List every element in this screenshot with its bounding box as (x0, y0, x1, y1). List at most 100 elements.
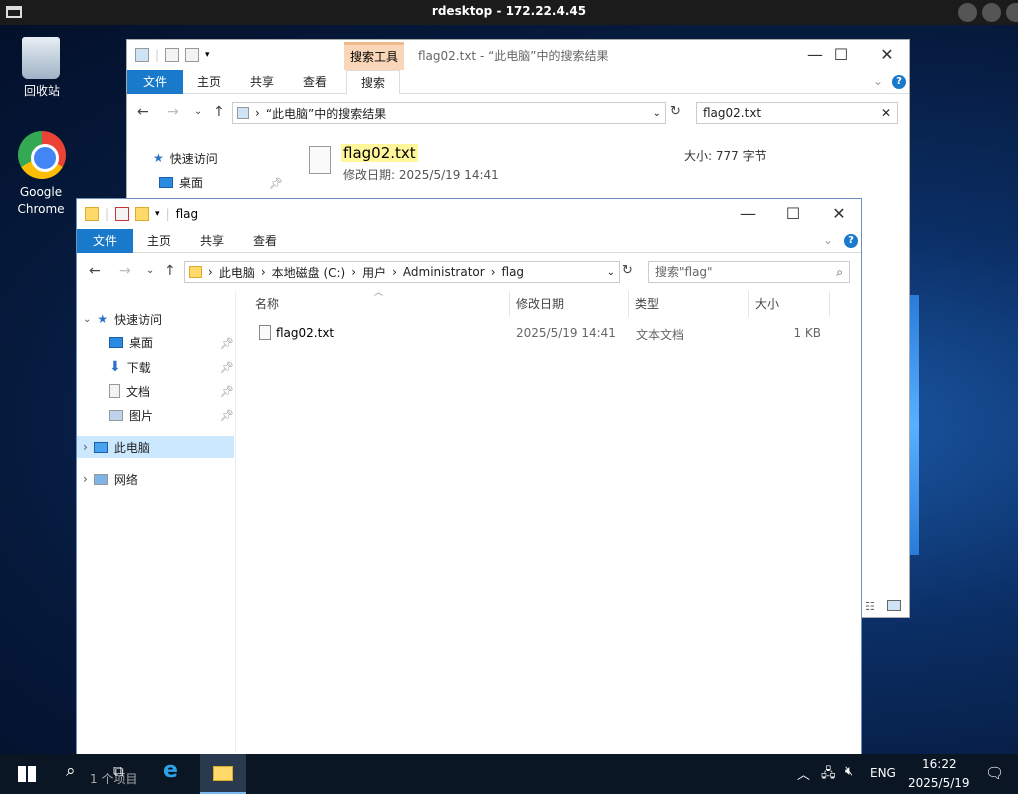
tab-file[interactable]: 文件 (127, 70, 184, 94)
close-button[interactable]: ✕ (816, 203, 862, 225)
breadcrumb-flag[interactable]: flag (502, 265, 525, 279)
breadcrumb-this-pc[interactable]: 此电脑 (219, 264, 255, 281)
result-file-name[interactable]: flag02.txt (341, 144, 418, 162)
ribbon-expand-icon[interactable]: ⌄ (823, 233, 833, 247)
chevron-down-icon[interactable]: ▾ (205, 50, 210, 60)
pin-icon[interactable]: 📌︎ (220, 409, 234, 422)
chrome-icon[interactable] (18, 131, 66, 179)
tab-home[interactable]: 主页 (133, 229, 185, 253)
tab-share[interactable]: 共享 (186, 229, 238, 253)
chevron-down-icon[interactable]: ▾ (155, 209, 160, 219)
ribbon-expand-icon[interactable]: ⌄ (873, 74, 883, 88)
search-icon[interactable]: ⌕ (836, 262, 843, 282)
breadcrumb-users[interactable]: 用户 (362, 264, 386, 281)
file-name[interactable]: flag02.txt (276, 326, 334, 340)
sidebar-item-pictures[interactable]: 图片 (109, 404, 153, 426)
notification-icon[interactable]: 🗨︎ (985, 764, 1004, 782)
new-folder-icon[interactable] (135, 207, 150, 221)
column-separator[interactable] (748, 291, 749, 317)
volume-muted-icon[interactable]: 🔇︎ (845, 764, 853, 779)
sidebar-item-quick-access[interactable]: ★ 快速访问 (153, 147, 218, 169)
pin-icon[interactable]: 📌︎ (220, 385, 234, 398)
sidebar-item-this-pc[interactable]: › 此电脑 (77, 436, 234, 458)
forward-arrow-icon[interactable]: → (167, 104, 179, 120)
address-dropdown-icon[interactable]: ⌄ (607, 267, 615, 278)
properties-icon[interactable] (135, 48, 149, 62)
pin-icon[interactable]: 📌︎ (220, 361, 234, 374)
tab-share[interactable]: 共享 (236, 70, 288, 94)
task-view-icon[interactable]: ⧉ (113, 762, 124, 780)
address-dropdown-icon[interactable]: ⌄ (653, 108, 661, 119)
sidebar-item-desktop[interactable]: 桌面 (159, 171, 203, 193)
sidebar-item-network[interactable]: › 网络 (83, 468, 138, 490)
maximize-button[interactable]: ☐ (770, 203, 816, 225)
large-icons-view-icon[interactable] (887, 600, 901, 611)
chrome-label-2[interactable]: Chrome (1, 201, 81, 217)
up-arrow-icon[interactable]: ↑ (213, 104, 225, 120)
address-text[interactable]: “此电脑”中的搜索结果 (266, 105, 386, 122)
clear-search-icon[interactable]: ✕ (881, 103, 891, 123)
network-tray-icon[interactable]: 🖧︎ (821, 764, 836, 786)
tab-home[interactable]: 主页 (183, 70, 235, 94)
tab-file[interactable]: 文件 (77, 229, 134, 253)
help-icon[interactable]: ? (892, 75, 906, 89)
file-explorer-taskbar-button[interactable] (200, 754, 246, 794)
tab-search[interactable]: 搜索 (346, 70, 401, 94)
pin-icon[interactable]: 📌︎ (220, 337, 234, 350)
expand-chevron-icon[interactable]: › (83, 472, 88, 486)
search-icon[interactable]: ⌕ (66, 761, 76, 781)
help-icon[interactable]: ? (844, 234, 858, 248)
minimize-button[interactable]: — (725, 203, 771, 225)
sidebar-item-documents[interactable]: 文档 (109, 380, 150, 402)
properties-check-icon[interactable] (115, 207, 130, 221)
details-view-icon[interactable]: ☷ (865, 600, 875, 613)
pin-icon[interactable]: 📌︎ (269, 177, 283, 190)
clock-time[interactable]: 16:22 (922, 757, 957, 771)
close-circle-icon[interactable] (1006, 3, 1018, 22)
column-separator[interactable] (829, 291, 830, 317)
address-bar[interactable]: › “此电脑”中的搜索结果 ⌄ (232, 102, 666, 124)
internet-explorer-icon[interactable]: e (163, 758, 178, 783)
back-arrow-icon[interactable]: ← (137, 104, 149, 120)
recycle-bin-label[interactable]: 回收站 (2, 83, 82, 99)
tab-view[interactable]: 查看 (239, 229, 291, 253)
refresh-icon[interactable]: ↻ (622, 263, 633, 278)
breadcrumb-local-disk[interactable]: 本地磁盘 (C:) (272, 264, 346, 281)
column-separator[interactable] (509, 291, 510, 317)
start-windows-icon[interactable] (18, 766, 36, 782)
clock-date[interactable]: 2025/5/19 (908, 776, 970, 790)
expand-chevron-icon[interactable]: ⌄ (83, 314, 91, 325)
search-input[interactable]: flag02.txt ✕ (696, 102, 898, 124)
search-input[interactable]: 搜索"flag" ⌕ (648, 261, 850, 283)
recent-chevron-icon[interactable]: ⌄ (194, 106, 202, 117)
minimize-circle-icon[interactable] (958, 3, 977, 22)
column-separator[interactable] (628, 291, 629, 317)
tray-chevron-icon[interactable]: ︿ (797, 764, 810, 783)
back-arrow-icon[interactable]: ← (89, 263, 101, 279)
sidebar-item-downloads[interactable]: ⬇ 下载 (109, 356, 151, 378)
forward-arrow-icon[interactable]: → (119, 263, 131, 279)
sidebar-item-desktop[interactable]: 桌面 (109, 331, 153, 353)
address-bar[interactable]: › 此电脑 › 本地磁盘 (C:) › 用户 › Administrator ›… (184, 261, 620, 283)
chrome-label-1[interactable]: Google (1, 184, 81, 200)
refresh-icon[interactable]: ↻ (670, 104, 681, 119)
maximize-circle-icon[interactable] (982, 3, 1001, 22)
breadcrumb-administrator[interactable]: Administrator (403, 265, 485, 279)
column-size[interactable]: 大小 (755, 295, 779, 312)
search-tools-tab[interactable]: 搜索工具 (344, 42, 404, 70)
column-type[interactable]: 类型 (635, 295, 659, 312)
maximize-button[interactable]: ☐ (818, 44, 864, 66)
close-button[interactable]: ✕ (864, 44, 910, 66)
up-arrow-icon[interactable]: ↑ (164, 263, 176, 279)
sidebar-item-quick-access[interactable]: ⌄ ★ 快速访问 (83, 308, 162, 330)
language-indicator[interactable]: ENG (870, 766, 896, 780)
column-name[interactable]: 名称 (255, 295, 279, 312)
tab-view[interactable]: 查看 (289, 70, 341, 94)
column-modified[interactable]: 修改日期 (516, 295, 564, 312)
checkbox-icon[interactable] (165, 48, 180, 62)
expand-chevron-icon[interactable]: › (83, 440, 88, 454)
table-row[interactable]: flag02.txt 2025/5/19 14:41 文本文档 1 KB (253, 321, 833, 345)
new-folder-icon[interactable] (185, 48, 200, 62)
folder-icon[interactable] (85, 207, 99, 221)
recycle-bin-icon[interactable] (22, 37, 60, 79)
